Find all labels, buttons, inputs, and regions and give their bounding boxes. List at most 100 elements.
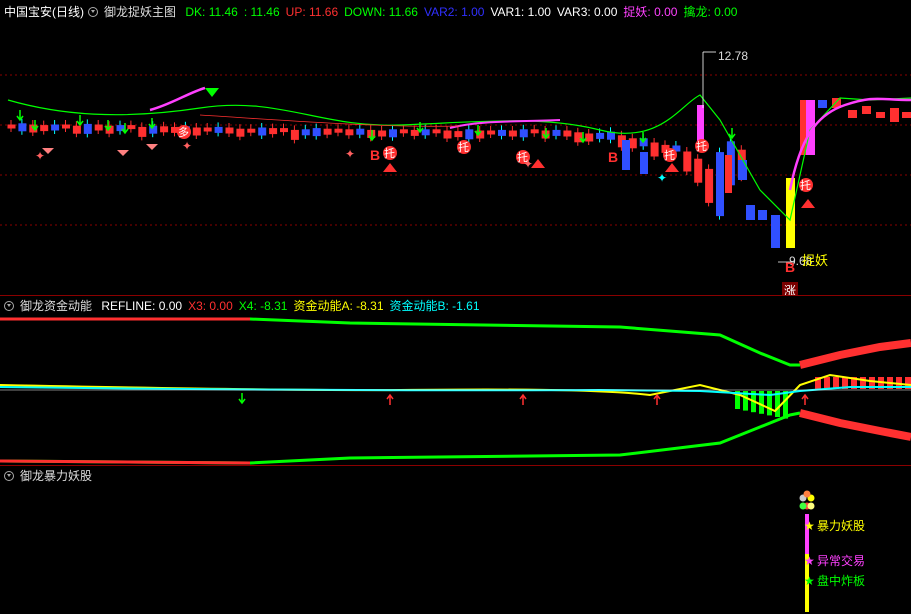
candle — [356, 128, 365, 135]
param-value: DK: 11.46 — [185, 5, 238, 19]
panel1-header: 中国宝安(日线) 御龙捉妖主图 DK: 11.46: 11.46 UP: 11.66… — [0, 3, 749, 21]
momentum-bar — [824, 377, 830, 389]
panel2-header: 御龙资金动能 REFLINE: 0.00 X3: 0.00 X4: -8.31 资金动… — [0, 297, 492, 315]
param-value: X3: 0.00 — [188, 299, 233, 313]
candle — [160, 126, 169, 133]
up-triangle — [531, 159, 545, 168]
candle — [72, 125, 81, 134]
candle — [508, 130, 517, 137]
candle — [18, 123, 27, 132]
candle — [345, 129, 354, 136]
indicator-name[interactable]: 御龙暴力妖股 — [20, 469, 92, 483]
dropdown-icon[interactable] — [4, 301, 14, 311]
down-arrow — [16, 110, 24, 122]
down-arrow — [238, 393, 246, 405]
gem-icon — [146, 144, 158, 150]
butterfly-icon: ✦ — [35, 149, 45, 163]
up-triangle — [383, 163, 397, 172]
momentum-line-a — [0, 373, 911, 413]
param-value: 擒龙: 0.00 — [683, 5, 738, 19]
candle — [862, 106, 871, 114]
signal-ball — [799, 502, 807, 510]
indicator-name[interactable]: 御龙捉妖主图 — [104, 5, 176, 19]
momentum-line-b — [0, 386, 911, 397]
candle — [40, 125, 49, 132]
candle — [498, 129, 506, 136]
candle — [585, 133, 594, 142]
candle — [421, 129, 430, 136]
candle — [399, 129, 408, 134]
candle — [290, 129, 299, 140]
tuo-label: 托 — [664, 148, 675, 162]
signal-ball — [803, 490, 811, 498]
up-arrow — [386, 393, 394, 405]
param-value: VAR1: 1.00 — [490, 5, 551, 19]
candle — [236, 128, 245, 137]
price-chart[interactable]: 12.789.68捉妖B涨B B托 托托 托托托多✦✦✦✦✦ — [0, 20, 911, 295]
candle — [487, 130, 496, 135]
zhuoyao-label: 捉妖 — [802, 253, 828, 268]
param-list: DK: 11.46: 11.46 UP: 11.66 DOWN: 11.66 VAR2… — [185, 5, 743, 19]
star-icon: ★ — [804, 554, 815, 568]
param-value: 资金动能A: -8.31 — [293, 299, 384, 313]
candle — [7, 124, 16, 129]
candle — [454, 131, 463, 138]
candle — [432, 129, 441, 134]
candle — [716, 152, 724, 217]
signal-ball — [807, 502, 815, 510]
candle — [138, 126, 147, 137]
candle — [622, 140, 630, 170]
candle — [323, 128, 332, 135]
candle — [876, 112, 885, 118]
panel3-header: 御龙暴力妖股 — [0, 467, 98, 485]
momentum-upper-band — [799, 339, 911, 369]
momentum-bar — [783, 391, 788, 419]
candle — [650, 142, 659, 157]
up-triangle — [801, 199, 815, 208]
candle — [758, 210, 767, 220]
candle — [269, 128, 278, 135]
candle — [746, 205, 755, 220]
candle — [410, 129, 419, 136]
butterfly-icon: ✦ — [182, 139, 192, 153]
candle — [902, 112, 911, 118]
violent-stock-chart[interactable]: ★ 暴力妖股★ 异常交易★ 盘中炸板 — [0, 486, 911, 614]
signal-label: 异常交易 — [817, 553, 865, 568]
candle — [530, 129, 539, 134]
momentum-lower-band — [799, 409, 911, 441]
candle — [683, 151, 692, 172]
duo-label: 多 — [178, 125, 189, 139]
candle — [694, 158, 703, 183]
candle — [378, 130, 387, 137]
param-value: DOWN: 11.66 — [344, 5, 418, 19]
dropdown-icon[interactable] — [88, 7, 98, 17]
up-arrow — [653, 393, 661, 405]
signal-label: 暴力妖股 — [817, 519, 865, 533]
candle — [312, 128, 321, 137]
high-price-label: 12.78 — [718, 49, 748, 63]
indicator-name[interactable]: 御龙资金动能 — [20, 299, 92, 313]
gem-icon — [117, 150, 129, 156]
panel-divider — [0, 465, 911, 466]
candle — [214, 126, 223, 133]
buy-b-label: B — [370, 147, 380, 163]
candle — [301, 129, 310, 136]
param-value: 捉妖: 0.00 — [623, 5, 678, 19]
tuo-label: 托 — [696, 139, 707, 153]
candle — [51, 124, 60, 131]
candle — [848, 110, 857, 118]
signal-label: 盘中炸板 — [817, 573, 865, 588]
butterfly-icon: ✦ — [657, 171, 667, 185]
candle — [628, 138, 637, 149]
tuo-label: 托 — [384, 146, 395, 160]
ma-line — [449, 119, 561, 129]
zhang-label: 涨 — [784, 283, 796, 295]
tuo-label: 托 — [458, 140, 469, 154]
dropdown-icon[interactable] — [4, 471, 14, 481]
up-triangle — [665, 163, 679, 172]
capital-momentum-chart[interactable] — [0, 315, 911, 465]
stock-title[interactable]: 中国宝安(日线) — [4, 5, 84, 19]
candle — [574, 132, 583, 143]
candle — [596, 132, 605, 139]
up-arrow — [801, 393, 809, 405]
